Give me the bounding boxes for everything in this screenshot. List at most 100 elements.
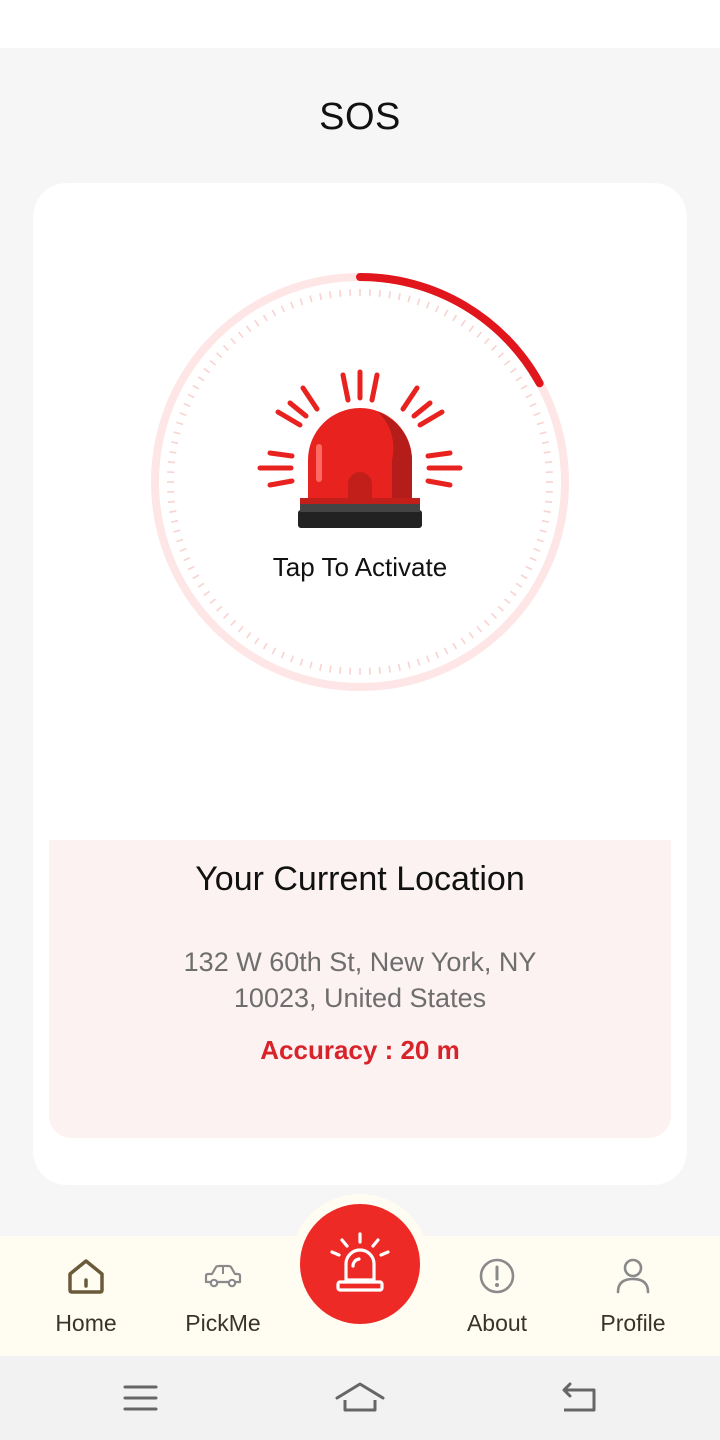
system-back-button[interactable] bbox=[550, 1376, 610, 1420]
dial-tick bbox=[245, 632, 252, 639]
address-line-1: 132 W 60th St, New York, NY bbox=[183, 947, 537, 977]
dial-tick bbox=[490, 344, 498, 352]
menu-icon bbox=[123, 1385, 158, 1411]
dial-tick bbox=[173, 529, 181, 533]
dial-tick bbox=[197, 582, 205, 588]
activate-label: Tap To Activate bbox=[272, 552, 448, 582]
dial-tick bbox=[378, 666, 381, 675]
dial-tick bbox=[407, 661, 411, 669]
system-home-button[interactable] bbox=[330, 1376, 390, 1420]
dial-tick bbox=[520, 384, 528, 390]
dial-tick bbox=[176, 538, 184, 543]
dial-tick bbox=[183, 402, 191, 408]
home-icon bbox=[335, 1382, 385, 1412]
dial-tick bbox=[176, 421, 184, 426]
dial-tick bbox=[179, 412, 187, 417]
dial-tick bbox=[543, 510, 551, 513]
dial-tick bbox=[539, 529, 547, 533]
address-line-2: 10023, United States bbox=[233, 983, 487, 1013]
dial-tick bbox=[533, 412, 541, 417]
dial-tick bbox=[192, 384, 200, 390]
dial-tick bbox=[271, 647, 277, 655]
siren-icon bbox=[257, 369, 463, 528]
dial-tick bbox=[443, 647, 449, 655]
dial-tick bbox=[476, 626, 483, 633]
dial-tick bbox=[329, 665, 332, 673]
nav-home[interactable]: Home bbox=[26, 1236, 146, 1356]
dial-tick bbox=[525, 393, 533, 399]
dial-tick bbox=[460, 319, 466, 327]
dial-tick bbox=[476, 331, 483, 338]
system-nav-bar bbox=[0, 1356, 720, 1440]
dial-tick bbox=[378, 289, 381, 298]
nav-home-label: Home bbox=[55, 1310, 117, 1336]
dial-tick bbox=[230, 338, 237, 345]
dial-tick bbox=[245, 325, 252, 332]
dial-tick bbox=[397, 293, 401, 301]
dial-tick bbox=[209, 359, 216, 366]
location-address: 132 W 60th St, New York, NY 10023, Unite… bbox=[149, 944, 571, 1016]
dial-tick bbox=[416, 298, 421, 306]
user-icon bbox=[616, 1258, 650, 1294]
dial-tick bbox=[497, 605, 504, 612]
dial-tick bbox=[280, 305, 286, 313]
dial-tick bbox=[167, 500, 176, 503]
dial-tick bbox=[319, 293, 323, 301]
dial-tick bbox=[425, 655, 430, 663]
dial-tick bbox=[497, 352, 504, 359]
dial-tick bbox=[544, 461, 553, 464]
dial-tick bbox=[237, 626, 244, 633]
nav-about[interactable]: About bbox=[437, 1236, 557, 1356]
dial-tick bbox=[510, 590, 517, 597]
dial-tick bbox=[544, 500, 553, 503]
dial-tick bbox=[167, 461, 176, 464]
system-menu-button[interactable] bbox=[110, 1376, 170, 1420]
back-icon bbox=[562, 1382, 596, 1412]
sos-activate-button[interactable] bbox=[150, 272, 570, 692]
dial-tick bbox=[515, 582, 523, 588]
dial-tick bbox=[536, 538, 544, 543]
dial-tick bbox=[541, 519, 549, 523]
dial-tick bbox=[169, 451, 177, 454]
dial-tick bbox=[541, 441, 549, 445]
dial-tick bbox=[515, 376, 523, 382]
dial-tick bbox=[425, 301, 430, 309]
dial-tick bbox=[290, 301, 295, 309]
dial-tick bbox=[504, 598, 511, 605]
status-bar bbox=[0, 0, 720, 48]
dial-tick bbox=[452, 314, 458, 322]
nav-pickme-label: PickMe bbox=[185, 1310, 261, 1336]
dial-tick bbox=[483, 338, 490, 345]
info-icon bbox=[479, 1258, 515, 1294]
dial-tick bbox=[434, 305, 440, 313]
dial-tick bbox=[388, 665, 391, 673]
dial-tick bbox=[262, 314, 268, 322]
nav-about-label: About bbox=[466, 1310, 528, 1336]
dial-tick bbox=[510, 367, 517, 374]
dial-tick bbox=[271, 309, 277, 317]
sos-fab-button[interactable] bbox=[300, 1204, 420, 1324]
dial-tick bbox=[173, 431, 181, 435]
dial-tick bbox=[443, 309, 449, 317]
dial-tick bbox=[209, 598, 216, 605]
accuracy-label: Accuracy : 20 m bbox=[260, 1035, 460, 1065]
dial-tick bbox=[299, 658, 304, 666]
nav-profile-label: Profile bbox=[600, 1310, 666, 1336]
nav-pickme[interactable]: PickMe bbox=[163, 1236, 283, 1356]
dial-tick bbox=[171, 519, 179, 523]
dial-tick bbox=[339, 289, 342, 298]
siren-icon bbox=[330, 1232, 390, 1292]
dial-tick bbox=[416, 658, 421, 666]
dial-tick bbox=[329, 291, 332, 299]
location-panel: Your Current Location 132 W 60th St, New… bbox=[49, 840, 671, 1138]
nav-profile[interactable]: Profile bbox=[573, 1236, 693, 1356]
dial-tick bbox=[452, 642, 458, 650]
location-title: Your Current Location bbox=[195, 860, 525, 898]
dial-tick bbox=[309, 661, 313, 669]
page-title: SOS bbox=[319, 96, 401, 138]
dial-tick bbox=[468, 325, 475, 332]
dial-tick bbox=[468, 632, 475, 639]
dial-tick bbox=[169, 510, 177, 513]
sos-dial-graphic bbox=[151, 273, 569, 691]
dial-tick bbox=[397, 663, 401, 671]
